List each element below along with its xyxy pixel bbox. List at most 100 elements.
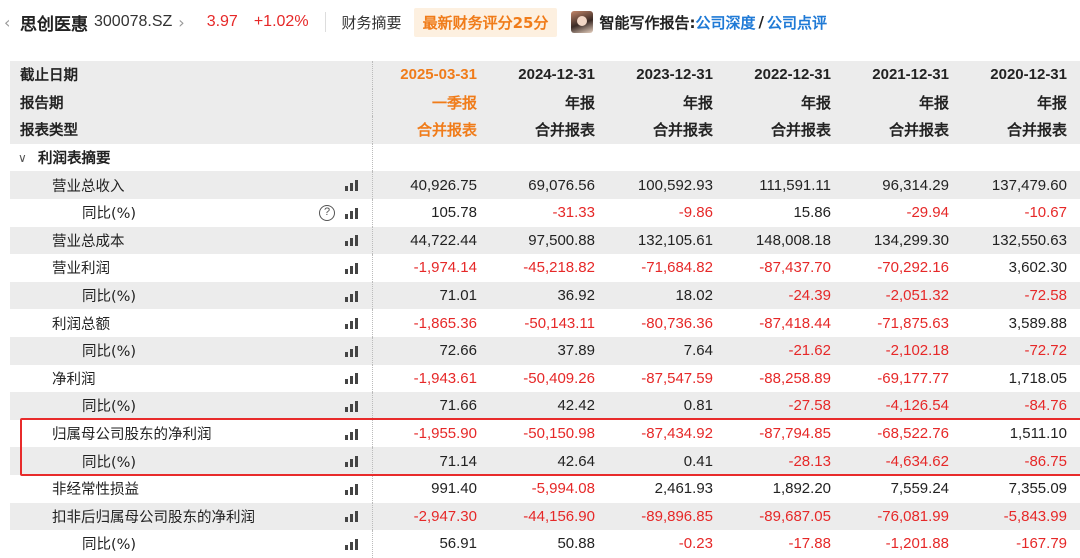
row-label-text: 归属母公司股东的净利润 [52, 427, 212, 444]
bar-chart-icon[interactable] [344, 207, 360, 219]
table-row[interactable]: 净利润 -1,943.61 -50,409.26 -87,547.59 -88,258.… [10, 364, 1080, 393]
table-cell: 137,479.60 [991, 176, 1067, 194]
chevron-left-icon[interactable]: ‹ [4, 13, 18, 32]
table-cell: -89,896.85 [641, 507, 713, 525]
bar-chart-icon[interactable] [344, 234, 360, 247]
table-cell: -76,081.99 [877, 507, 949, 525]
table-cell: 50.88 [557, 535, 595, 553]
report-link-review[interactable]: 公司点评 [767, 12, 827, 33]
row-label-text: 同比(%) [82, 537, 137, 554]
table-cell: -72.58 [1024, 287, 1067, 305]
row-label: 非经常性损益 [10, 475, 372, 503]
table-cell: -70,292.16 [877, 259, 949, 277]
bar-chart-icon[interactable] [344, 372, 360, 385]
table-row[interactable]: 归属母公司股东的净利润 -1,955.90 -50,150.98 -87,434.92… [10, 419, 1080, 448]
table-row[interactable]: 同比(%) 71.66 42.42 0.81 -27.58 -4,126.54 -84.76 [10, 392, 1080, 420]
report-link-in-depth[interactable]: 公司深度 [695, 12, 755, 33]
table-cell: 71.01 [439, 287, 477, 305]
table-cell: 2,461.93 [654, 480, 713, 498]
table-cell: 44,722.44 [410, 231, 477, 249]
table-row[interactable]: 非经常性损益 991.40 -5,994.08 2,461.93 1,892.20 7,5… [10, 474, 1080, 503]
header-row-label-text: 报表类型 [20, 123, 78, 140]
row-label: 同比(%) [10, 282, 372, 310]
row-label-text: 扣非后归属母公司股东的净利润 [52, 509, 255, 526]
table-cell: 132,550.63 [991, 231, 1067, 249]
stock-code: 300078.SZ [94, 13, 173, 30]
bar-chart-icon[interactable] [344, 262, 360, 274]
table-cell: 36.92 [557, 287, 595, 305]
chevron-down-icon[interactable]: ∨ [18, 151, 27, 165]
column-header-cell: 合并报表 [1006, 122, 1067, 140]
table-cell: -29.94 [906, 204, 949, 222]
bar-chart-icon[interactable] [344, 483, 360, 495]
table-cell: -4,634.62 [885, 452, 949, 470]
table-cell: 0.41 [683, 452, 713, 470]
row-label: 营业总成本 [10, 227, 372, 255]
row-label: 同比(%) [10, 337, 372, 365]
header-row-label: 截止日期 [10, 61, 372, 89]
bar-chart-icon[interactable] [344, 179, 360, 192]
table-cell: 71.66 [439, 397, 477, 415]
table-cell: 0.81 [683, 397, 713, 415]
report-avatar-icon [571, 11, 594, 33]
row-label-text: 利润总额 [52, 316, 110, 333]
section-label[interactable]: ∨ 利润表摘要 [10, 144, 372, 172]
column-divider [372, 530, 373, 558]
finance-score-badge[interactable]: 最新财务评分25分 [413, 7, 558, 37]
column-divider [372, 116, 373, 144]
tab-finance-summary[interactable]: 财务摘要 [342, 12, 402, 33]
header-row-label-text: 截止日期 [20, 68, 78, 85]
table-row[interactable]: 营业利润 -1,974.14 -45,218.82 -71,684.82 -87,437… [10, 254, 1080, 282]
table-row[interactable]: 扣非后归属母公司股东的净利润 -2,947.30 -44,156.90 -89,896… [10, 502, 1080, 531]
help-icon[interactable]: ? [319, 204, 335, 221]
table-row[interactable]: 同比(%) 56.91 50.88 -0.23 -17.88 -1,201.88 -167.… [10, 530, 1080, 558]
table-cell: -87,418.44 [759, 314, 831, 332]
table-row[interactable]: 同比(%) 71.01 36.92 18.02 -24.39 -2,051.32 -72.5… [10, 281, 1080, 310]
column-divider [372, 61, 373, 89]
row-label: 净利润 [10, 365, 372, 393]
row-label: 营业利润 [10, 254, 372, 282]
row-label: 同比(%)? [10, 199, 372, 227]
table-row[interactable]: 利润总额 -1,865.36 -50,143.11 -80,736.36 -87,418… [10, 309, 1080, 337]
table-cell: 96,314.29 [882, 176, 949, 194]
bar-chart-icon[interactable] [344, 538, 360, 550]
column-divider [372, 143, 373, 172]
table-cell: 72.66 [439, 342, 477, 360]
table-cell: 3,589.88 [1008, 314, 1067, 332]
table-row[interactable]: 同比(%) 71.14 42.64 0.41 -28.13 -4,634.62 -86.75 [10, 447, 1080, 475]
bar-chart-icon[interactable] [344, 455, 360, 468]
column-header-cell: 合并报表 [534, 122, 595, 140]
chevron-right-icon[interactable]: › [178, 13, 184, 32]
table-cell: -87,437.70 [759, 259, 831, 277]
table-cell: -50,409.26 [523, 369, 595, 387]
table-cell: -50,150.98 [523, 425, 595, 443]
bar-chart-icon[interactable] [344, 510, 360, 523]
table-cell: 1,892.20 [772, 480, 831, 498]
column-divider [372, 171, 373, 199]
column-divider [372, 198, 373, 227]
table-row[interactable]: 营业总成本 44,722.44 97,500.88 132,105.61 148,008… [10, 226, 1080, 255]
row-label: 同比(%) [10, 530, 372, 558]
table-cell: -86.75 [1024, 452, 1067, 470]
stock-header: ‹ 思创医惠 300078.SZ › 3.97 +1.02% 财务摘要 最新财务… [0, 0, 1080, 44]
table-cell: -167.79 [1016, 535, 1067, 553]
table-cell: -87,434.92 [641, 425, 713, 443]
column-header-cell: 年报 [918, 94, 949, 112]
table-row[interactable]: 营业总收入 40,926.75 69,076.56 100,592.93 111,591… [10, 171, 1080, 199]
bar-chart-icon[interactable] [344, 428, 360, 440]
header-row-label: 报告期 [10, 89, 372, 117]
bar-chart-icon[interactable] [344, 400, 360, 412]
bar-chart-icon[interactable] [344, 345, 360, 357]
bar-chart-icon[interactable] [344, 290, 360, 302]
table-header-row: 截止日期 2025-03-31 2024-12-31 2023-12-31 2022-1… [10, 61, 1080, 89]
table-cell: 1,718.05 [1008, 369, 1067, 387]
table-row[interactable]: 同比(%)? 105.78 -31.33 -9.86 15.86 -29.94 -10.67 [10, 198, 1080, 227]
table-cell: 111,591.11 [759, 176, 831, 194]
column-divider [372, 281, 373, 310]
section-row-income-statement[interactable]: ∨ 利润表摘要 [10, 143, 1080, 172]
stock-name: 思创医惠 [20, 14, 88, 35]
table-cell: 7,559.24 [890, 480, 949, 498]
table-row[interactable]: 同比(%) 72.66 37.89 7.64 -21.62 -2,102.18 -72.72 [10, 336, 1080, 365]
bar-chart-icon[interactable] [344, 317, 360, 330]
column-divider [372, 336, 373, 365]
